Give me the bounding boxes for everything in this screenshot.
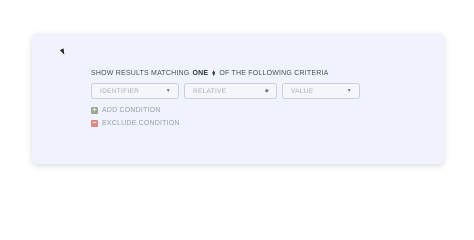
add-condition-label: ADD CONDITION [102,107,161,114]
condition-row: IDENTIFIER ▼ RELATIVE ◆ VALUE ▼ [91,83,360,99]
criteria-prefix: SHOW RESULTS MATCHING [91,70,190,77]
relative-select[interactable]: RELATIVE ◆ [184,83,277,99]
identifier-placeholder: IDENTIFIER [100,87,140,95]
criteria-suffix: OF THE FOLLOWING CRITERIA [219,70,329,77]
identifier-select[interactable]: IDENTIFIER ▼ [91,83,179,99]
criteria-sentence: SHOW RESULTS MATCHING ONE ▲ ▼ OF THE FOLL… [91,69,329,77]
minus-square-icon: − [91,120,98,127]
chevron-down-icon: ▼ [346,88,352,94]
criteria-panel: SHOW RESULTS MATCHING ONE ▲ ▼ OF THE FOLL… [32,33,444,164]
exclude-condition-label: EXCLUDE CONDITION [102,120,180,127]
up-down-stepper-icon[interactable]: ▲ ▼ [211,69,216,77]
value-placeholder: VALUE [291,87,314,95]
up-down-stepper-icon: ◆ [264,88,269,94]
chevron-down-icon: ▼ [165,88,171,94]
add-condition-button[interactable]: + ADD CONDITION [91,107,161,114]
value-select[interactable]: VALUE ▼ [282,83,360,99]
relative-placeholder: RELATIVE [193,87,227,95]
match-mode-select[interactable]: ONE [192,70,208,77]
exclude-condition-button[interactable]: − EXCLUDE CONDITION [91,120,180,127]
plus-square-icon: + [91,107,98,114]
